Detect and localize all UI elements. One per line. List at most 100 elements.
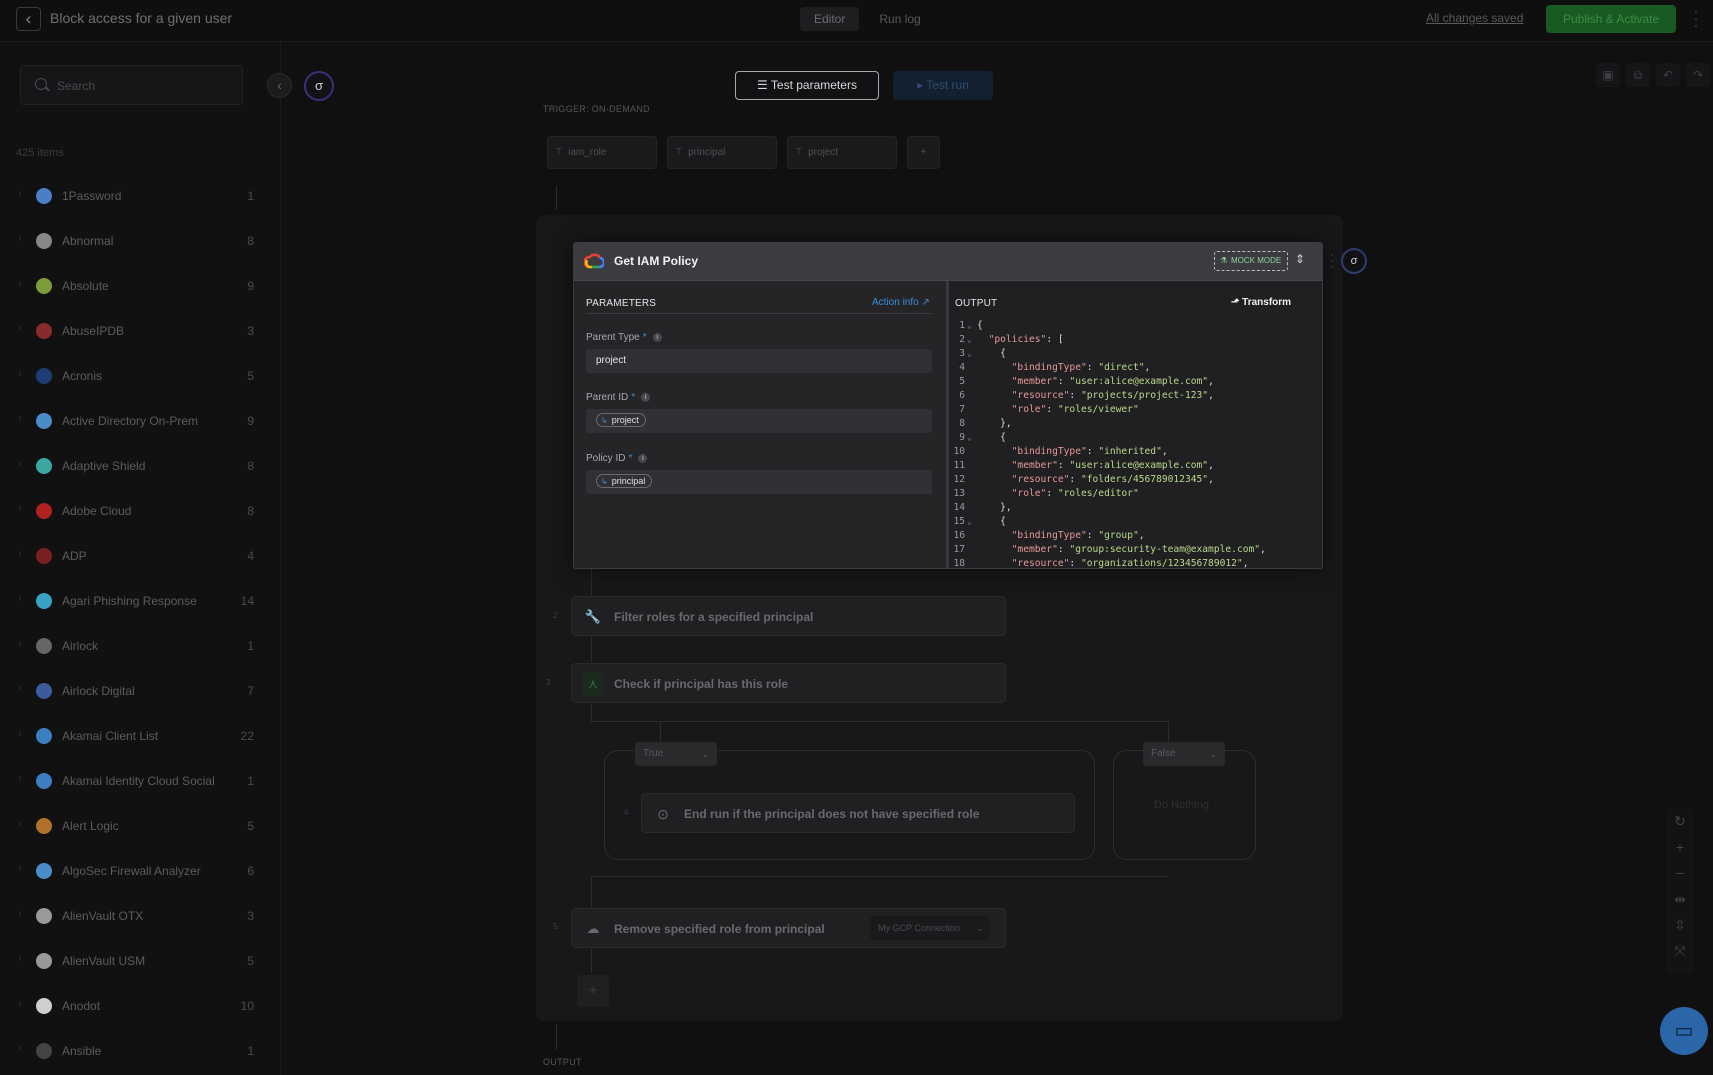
parent-id-input[interactable]: ↳ project [586,409,932,433]
connector-line [591,569,592,595]
chevron-right-icon[interactable]: › [18,548,21,559]
chevron-right-icon[interactable]: › [18,998,21,1009]
list-item[interactable]: › Alert Logic 5 [0,804,280,849]
ai-assistant-button[interactable]: σ [304,71,334,101]
chevron-right-icon[interactable]: › [18,413,21,424]
workflow-title[interactable]: Block access for a given user [50,10,232,26]
test-run-button[interactable]: ▸ Test run [893,71,993,100]
tab-run-log[interactable]: Run log [865,7,934,31]
collapse-all-icon[interactable]: ⤧ [1666,938,1694,964]
list-item[interactable]: › Acronis 5 [0,354,280,399]
publish-activate-button[interactable]: Publish & Activate [1546,5,1676,33]
copy-icon[interactable]: ⧉ [1626,63,1650,87]
chevron-right-icon[interactable]: › [18,908,21,919]
param-chip[interactable]: Tprincipal [667,136,777,169]
more-menu-icon[interactable]: · · · [1692,4,1700,32]
param-chip[interactable]: Tproject [787,136,897,169]
fit-height-icon[interactable]: ⇳ [1666,912,1694,938]
variable-chip[interactable]: ↳ principal [596,474,653,489]
step-check-role[interactable]: ⋏ Check if principal has this role [571,663,1006,703]
connection-dropdown[interactable]: ⌄ My GCP Connection [870,916,990,940]
true-branch-dropdown[interactable]: ⌄ True [635,742,717,766]
transform-button[interactable]: ⬏ Transform [1231,297,1291,308]
collapse-sidebar-button[interactable]: ‹ [267,73,292,98]
integration-name: Ansible [62,1044,102,1058]
search-input[interactable]: Search [20,65,243,105]
chevron-right-icon[interactable]: › [18,728,21,739]
add-step-button[interactable]: + [577,975,609,1007]
chevron-right-icon[interactable]: › [18,368,21,379]
list-item[interactable]: › AlienVault USM 5 [0,939,280,984]
step-filter-roles[interactable]: 🔧 Filter roles for a specified principal [571,596,1006,636]
policy-id-input[interactable]: ↳ principal [586,470,932,494]
variable-chip[interactable]: ↳ project [596,413,646,428]
list-item[interactable]: › Adobe Cloud 8 [0,489,280,534]
expand-collapse-icon[interactable]: ⇕ [1295,252,1305,266]
step-end-run[interactable]: ⊙ End run if the principal does not have… [641,793,1075,833]
tab-editor[interactable]: Editor [800,7,860,31]
list-item[interactable]: › Akamai Identity Cloud Social 1 [0,759,280,804]
list-item[interactable]: › 1Password 1 [0,174,280,219]
ai-assistant-icon[interactable]: σ [1341,248,1367,274]
output-code-viewer[interactable]: 1 ⌄{2 ⌄ "policies": [3 ⌄ {4 "bindingType": … [949,319,1322,568]
chevron-right-icon[interactable]: › [18,863,21,874]
chevron-right-icon[interactable]: › [18,503,21,514]
mock-mode-toggle[interactable]: ⚗ MOCK MODE [1214,251,1288,271]
list-item[interactable]: › Anodot 10 [0,984,280,1029]
notes-icon[interactable]: ▣ [1596,63,1620,87]
chevron-right-icon[interactable]: › [18,233,21,244]
list-item[interactable]: › Absolute 9 [0,264,280,309]
step-more-icon[interactable]: · · · [1330,250,1336,273]
chevron-right-icon[interactable]: › [18,458,21,469]
chevron-right-icon[interactable]: › [18,818,21,829]
chevron-right-icon[interactable]: › [18,638,21,649]
fold-chevron-icon[interactable]: ⌄ [965,431,977,445]
list-item[interactable]: › AlgoSec Firewall Analyzer 6 [0,849,280,894]
fit-width-icon[interactable]: ⇹ [1666,886,1694,912]
fold-chevron-icon[interactable]: ⌄ [965,347,977,361]
ai-sparkle-icon: σ [314,78,324,93]
list-item[interactable]: › Airlock Digital 7 [0,669,280,714]
chevron-right-icon[interactable]: › [18,593,21,604]
reset-view-icon[interactable]: ↻ [1666,808,1694,834]
false-branch-dropdown[interactable]: ⌄ False [1143,742,1225,766]
fold-chevron-icon[interactable]: ⌄ [965,515,977,529]
list-item[interactable]: › Airlock 1 [0,624,280,669]
redo-icon[interactable]: ↷ [1686,63,1710,87]
undo-icon[interactable]: ↶ [1656,63,1680,87]
list-item[interactable]: › Abnormal 8 [0,219,280,264]
chevron-right-icon[interactable]: › [18,953,21,964]
chevron-right-icon[interactable]: › [18,188,21,199]
list-item[interactable]: › Ansible 1 [0,1029,280,1074]
param-chip[interactable]: Tiam_role [547,136,657,169]
action-info-link[interactable]: Action info ↗ [872,297,930,308]
list-item[interactable]: › Adaptive Shield 8 [0,444,280,489]
chat-support-button[interactable]: ▭ [1660,1007,1708,1055]
back-button[interactable]: ‹ [16,7,41,31]
info-icon[interactable]: i [652,333,662,342]
chevron-right-icon[interactable]: › [18,1043,21,1054]
fold-chevron-icon[interactable]: ⌄ [965,333,977,347]
text-type-icon: T [796,147,803,158]
list-item[interactable]: › Akamai Client List 22 [0,714,280,759]
line-number: 16 [953,530,965,541]
list-item[interactable]: › Active Directory On-Prem 9 [0,399,280,444]
chevron-right-icon[interactable]: › [18,773,21,784]
fold-chevron-icon[interactable]: ⌄ [965,319,977,333]
list-item[interactable]: › AlienVault OTX 3 [0,894,280,939]
parent-type-input[interactable]: project [586,349,932,373]
list-item[interactable]: › Agari Phishing Response 14 [0,579,280,624]
info-icon[interactable]: i [641,393,651,402]
add-parameter-button[interactable]: + [907,136,940,169]
zoom-out-icon[interactable]: − [1666,860,1694,886]
chevron-right-icon[interactable]: › [18,323,21,334]
list-item[interactable]: › AbuseIPDB 3 [0,309,280,354]
test-parameters-button[interactable]: ☰ Test parameters [735,71,879,100]
save-status-link[interactable]: All changes saved [1426,11,1523,25]
info-icon[interactable]: i [638,454,648,463]
chevron-right-icon[interactable]: › [18,278,21,289]
list-item[interactable]: › ADP 4 [0,534,280,579]
output-panel: OUTPUT ⬏ Transform 1 ⌄{2 ⌄ "policies": [3 ⌄… [949,281,1322,568]
chevron-right-icon[interactable]: › [18,683,21,694]
zoom-in-icon[interactable]: + [1666,834,1694,860]
